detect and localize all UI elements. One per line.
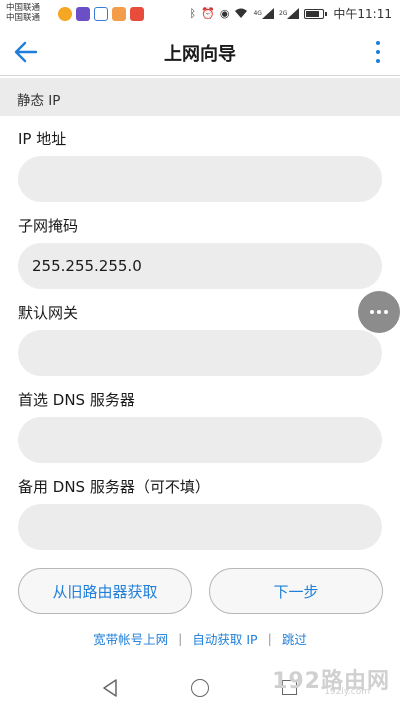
floating-menu-button[interactable] [358, 291, 400, 333]
page-title: 上网向导 [164, 44, 236, 65]
watermark: 192路由网 192ly.com [272, 663, 390, 697]
pppoe-link[interactable]: 宽带帐号上网 [93, 629, 168, 648]
fetch-from-old-router-button[interactable]: 从旧路由器获取 [18, 568, 192, 614]
paw-app-icon [94, 7, 108, 21]
weibo-icon [58, 7, 72, 21]
ip-address-field[interactable] [18, 156, 382, 202]
next-step-button[interactable]: 下一步 [209, 568, 383, 614]
signal-4g-icon: 4G [253, 7, 274, 21]
carrier-2: 中国联通 [6, 13, 41, 23]
signal-2g-icon: 2G [278, 7, 300, 21]
secondary-dns-field[interactable] [18, 504, 382, 550]
primary-dns-label: 首选 DNS 服务器 [18, 391, 135, 409]
mode-links: 宽带帐号上网 | 自动获取 IP | 跳过 [0, 629, 400, 648]
eye-icon: ◉ [219, 7, 230, 20]
bluetooth-icon: ᛒ [189, 7, 197, 20]
ip-address-label: IP 地址 [18, 130, 67, 148]
photo-app-icon [112, 7, 126, 21]
nav-home-icon[interactable] [191, 679, 209, 697]
network-2-label: 2G [278, 10, 288, 17]
red-app-icon [130, 7, 144, 21]
battery-icon [304, 8, 328, 19]
secondary-dns-label: 备用 DNS 服务器（可不填） [18, 478, 210, 496]
subnet-mask-label: 子网掩码 [18, 217, 79, 235]
carrier-info: 中国联通 中国联通 [6, 3, 40, 23]
network-1-label: 4G [253, 10, 262, 17]
watermark-sub: 192ly.com [324, 687, 370, 697]
alarm-icon: ⏰ [201, 7, 215, 20]
wifi-icon [234, 7, 248, 21]
section-header: 静态 IP [0, 78, 400, 116]
link-separator: | [267, 631, 272, 646]
clock: 中午11:11 [333, 7, 392, 21]
nav-back-icon[interactable] [102, 679, 118, 701]
primary-dns-field[interactable] [18, 417, 382, 463]
app-bar: 上网向导 [0, 28, 400, 76]
gateway-field[interactable] [18, 330, 382, 376]
notification-icons [58, 7, 144, 21]
dhcp-link[interactable]: 自动获取 IP [192, 629, 257, 648]
link-separator: | [178, 631, 183, 646]
subnet-mask-field[interactable]: 255.255.255.0 [18, 243, 382, 289]
section-title: 静态 IP [17, 93, 61, 109]
system-status: ᛒ ⏰ ◉ 4G 2G 中午11:11 [190, 5, 392, 22]
video-app-icon [76, 7, 90, 21]
more-menu-icon[interactable] [374, 41, 382, 63]
gateway-label: 默认网关 [18, 304, 79, 322]
status-bar: 中国联通 中国联通 ᛒ ⏰ ◉ 4G 2G 中午11:11 [0, 0, 400, 28]
skip-link[interactable]: 跳过 [282, 629, 307, 648]
carrier-1: 中国联通 [6, 3, 41, 13]
